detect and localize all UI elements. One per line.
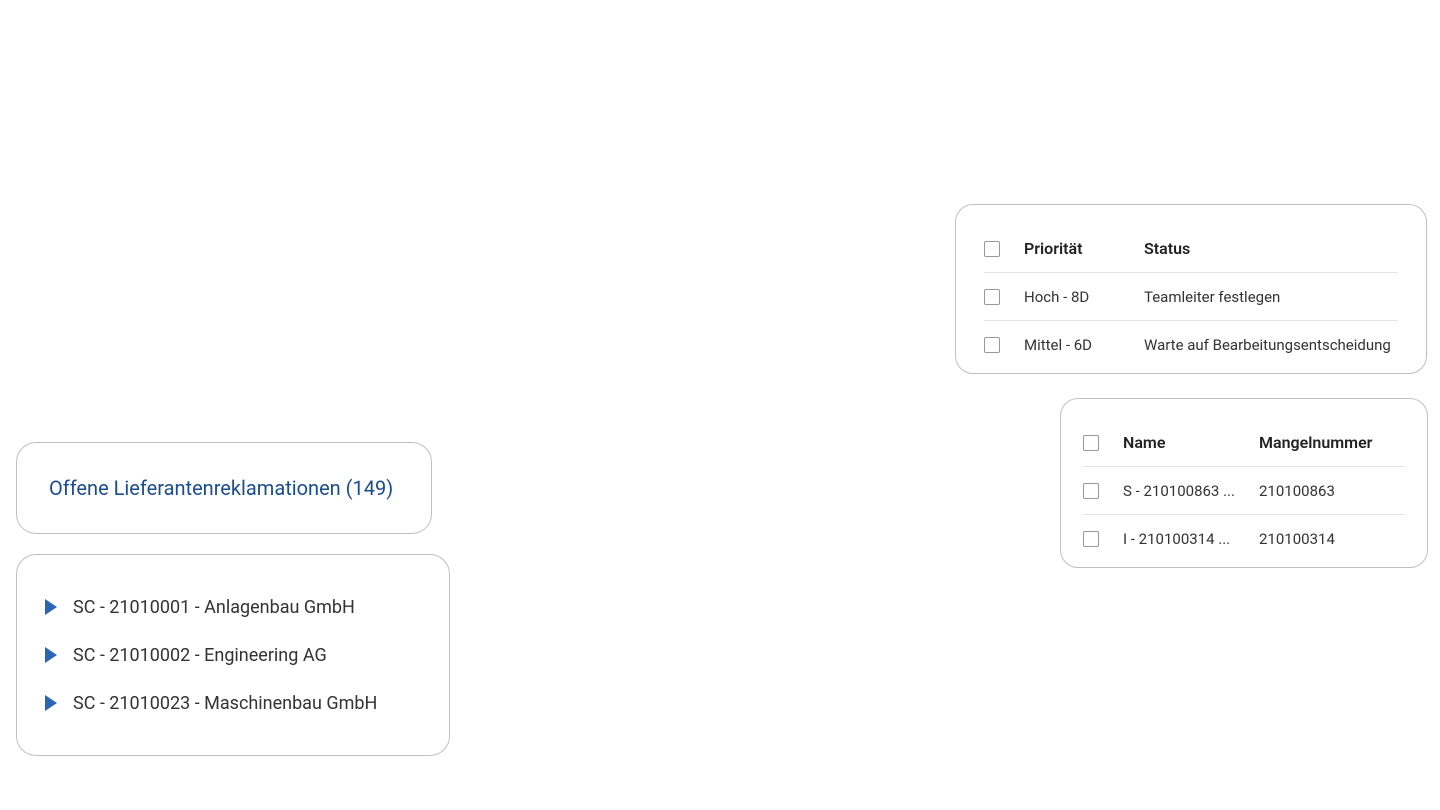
- select-all-checkbox[interactable]: [984, 241, 1000, 257]
- expand-arrow-icon[interactable]: [45, 647, 57, 663]
- table-row[interactable]: Mittel - 6D Warte auf Bearbeitungsentsch…: [984, 321, 1398, 369]
- column-header-status: Status: [1144, 239, 1398, 258]
- status-cell: Teamleiter festlegen: [1144, 288, 1398, 306]
- name-defectnumber-table: Name Mangelnummer S - 210100863 ... 2101…: [1060, 398, 1428, 568]
- tree-item-label: SC - 21010002 - Engineering AG: [73, 645, 327, 666]
- priority-status-table: Priorität Status Hoch - 8D Teamleiter fe…: [955, 204, 1427, 374]
- column-header-name: Name: [1123, 433, 1259, 452]
- table-row[interactable]: Hoch - 8D Teamleiter festlegen: [984, 273, 1398, 321]
- name-cell: S - 210100863 ...: [1123, 482, 1259, 500]
- open-supplier-complaints-title: Offene Lieferantenreklamationen (149): [49, 476, 393, 500]
- expand-arrow-icon[interactable]: [45, 599, 57, 615]
- table-row[interactable]: I - 210100314 ... 210100314: [1083, 515, 1405, 563]
- column-header-priority: Priorität: [1024, 239, 1144, 258]
- status-cell: Warte auf Bearbeitungsentscheidung: [1144, 336, 1398, 354]
- column-header-number: Mangelnummer: [1259, 433, 1405, 452]
- row-checkbox[interactable]: [984, 337, 1000, 353]
- row-checkbox[interactable]: [1083, 531, 1099, 547]
- select-all-checkbox[interactable]: [1083, 435, 1099, 451]
- tree-item-label: SC - 21010001 - Anlagenbau GmbH: [73, 597, 355, 618]
- row-checkbox[interactable]: [1083, 483, 1099, 499]
- supplier-complaints-tree: SC - 21010001 - Anlagenbau GmbH SC - 210…: [16, 554, 450, 756]
- name-cell: I - 210100314 ...: [1123, 530, 1259, 548]
- priority-cell: Hoch - 8D: [1024, 288, 1144, 306]
- tree-item[interactable]: SC - 21010023 - Maschinenbau GmbH: [45, 679, 421, 727]
- priority-cell: Mittel - 6D: [1024, 336, 1144, 354]
- tree-item[interactable]: SC - 21010002 - Engineering AG: [45, 631, 421, 679]
- tree-item-label: SC - 21010023 - Maschinenbau GmbH: [73, 693, 377, 714]
- number-cell: 210100863: [1259, 482, 1405, 500]
- number-cell: 210100314: [1259, 530, 1405, 548]
- table-header-row: Name Mangelnummer: [1083, 419, 1405, 467]
- row-checkbox[interactable]: [984, 289, 1000, 305]
- table-row[interactable]: S - 210100863 ... 210100863: [1083, 467, 1405, 515]
- expand-arrow-icon[interactable]: [45, 695, 57, 711]
- table-header-row: Priorität Status: [984, 225, 1398, 273]
- tree-item[interactable]: SC - 21010001 - Anlagenbau GmbH: [45, 583, 421, 631]
- open-supplier-complaints-title-panel: Offene Lieferantenreklamationen (149): [16, 442, 432, 534]
